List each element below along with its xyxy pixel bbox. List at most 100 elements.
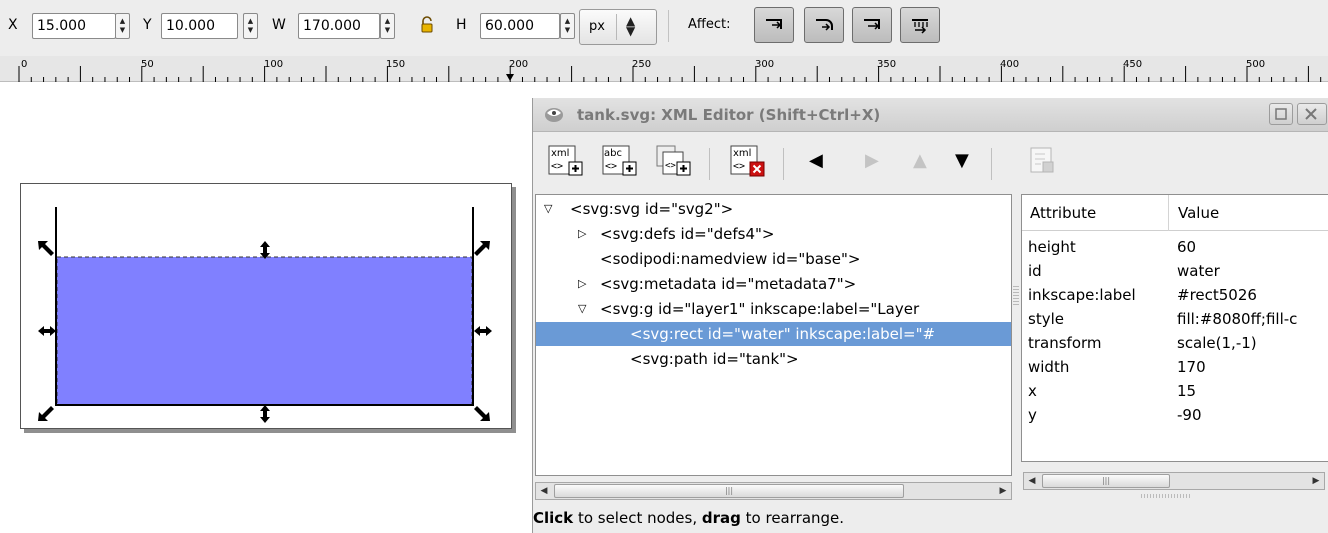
w-input[interactable] — [299, 14, 379, 38]
expanded-triangle-icon[interactable]: ▽ — [578, 297, 586, 321]
attribute-row[interactable]: width 170 — [1022, 355, 1328, 379]
svg-text:<>: <> — [733, 161, 745, 172]
scrollbar-thumb[interactable]: ||| — [554, 484, 904, 498]
tree-node[interactable]: ▷ <svg:defs id="defs4"> — [536, 222, 1011, 246]
tree-node[interactable]: <sodipodi:namedview id="base"> — [536, 247, 1011, 271]
duplicate-node-button[interactable]: <> — [655, 142, 695, 182]
ruler-label: 50 — [141, 59, 154, 70]
attribute-row[interactable]: transform scale(1,-1) — [1022, 331, 1328, 355]
horizontal-ruler[interactable]: 0 50 100 150 200 250 300 350 400 450 500 — [0, 56, 1328, 82]
x-field[interactable] — [32, 13, 116, 39]
affect-patterns-button[interactable] — [900, 7, 940, 43]
attribute-row[interactable]: id water — [1022, 259, 1328, 283]
collapsed-triangle-icon[interactable]: ▷ — [578, 272, 586, 296]
ruler-label: 200 — [509, 59, 529, 70]
handle-right-icon[interactable] — [474, 326, 492, 336]
h-spin-button[interactable]: ▲ ▼ — [560, 13, 575, 39]
inkscape-icon — [545, 108, 563, 122]
svg-text:<>: <> — [605, 161, 617, 172]
scrollbar-thumb[interactable]: ||| — [1042, 474, 1170, 488]
dialog-titlebar[interactable]: tank.svg: XML Editor (Shift+Ctrl+X) — [533, 98, 1328, 132]
raise-node-icon[interactable]: ▲ — [913, 152, 927, 170]
status-bold-click: Click — [533, 509, 574, 527]
value-column-header[interactable]: Value — [1178, 204, 1219, 222]
unindent-node-icon[interactable]: ◀ — [809, 152, 823, 170]
affect-gradients-button[interactable] — [852, 7, 892, 43]
attribute-row[interactable]: inkscape:label #rect5026 — [1022, 283, 1328, 307]
scroll-right-icon[interactable]: ▶ — [1308, 473, 1324, 489]
ruler-label: 100 — [264, 59, 284, 70]
new-element-node-button[interactable]: xml <> — [547, 142, 587, 182]
attribute-horizontal-scrollbar[interactable]: ◀ ||| ▶ — [1023, 472, 1325, 490]
h-input[interactable] — [481, 14, 559, 38]
svg-text:xml: xml — [733, 148, 751, 159]
attribute-table[interactable]: Attribute Value height 60 id water inkscap… — [1021, 194, 1328, 462]
lower-node-icon[interactable]: ▼ — [955, 152, 969, 170]
expanded-triangle-icon[interactable]: ▽ — [544, 197, 552, 221]
handle-top-left-icon[interactable] — [38, 241, 54, 256]
new-text-node-button[interactable]: abc <> — [601, 142, 641, 182]
handle-left-icon[interactable] — [38, 326, 56, 336]
ruler-label: 400 — [1000, 59, 1020, 70]
attribute-row[interactable]: y -90 — [1022, 403, 1328, 427]
svg-text:<>: <> — [665, 161, 676, 171]
delete-node-button[interactable]: xml <> — [729, 142, 769, 182]
w-spin-button[interactable]: ▲ ▼ — [380, 13, 395, 39]
handle-top-right-icon[interactable] — [474, 241, 490, 256]
handle-bottom-left-icon[interactable] — [38, 406, 54, 421]
duplicate-node-icon: <> — [656, 145, 691, 176]
svg-text:abc: abc — [604, 148, 622, 159]
indent-node-icon[interactable]: ▶ — [865, 152, 879, 170]
scroll-left-icon[interactable]: ◀ — [1024, 473, 1040, 489]
maximize-button[interactable] — [1269, 103, 1293, 125]
w-field[interactable] — [298, 13, 380, 39]
affect-stroke-width-button[interactable] — [754, 7, 794, 43]
ruler-label: 300 — [755, 59, 775, 70]
w-label: W — [272, 17, 286, 33]
tank-drawing[interactable] — [0, 83, 520, 443]
x-spin-button[interactable]: ▲ ▼ — [115, 13, 130, 39]
collapsed-triangle-icon[interactable]: ▷ — [578, 222, 586, 246]
status-text: to select nodes, — [573, 509, 702, 527]
y-spin-button[interactable]: ▲ ▼ — [243, 13, 258, 39]
scroll-left-icon[interactable]: ◀ — [536, 483, 552, 499]
selector-toolbar: X ▲▼ Y ▲▼ W ▲▼ H ▲▼ px ▲▼ Affect: — [0, 0, 1328, 56]
delete-node-icon: xml <> — [730, 145, 765, 177]
ruler-label: 250 — [632, 59, 652, 70]
tree-horizontal-scrollbar[interactable]: ◀ ||| ▶ — [535, 482, 1012, 500]
ruler-label: 350 — [877, 59, 897, 70]
xml-editor-dialog: tank.svg: XML Editor (Shift+Ctrl+X) xml <… — [532, 98, 1328, 533]
status-bold-drag: drag — [701, 509, 741, 527]
delete-attribute-button[interactable] — [1029, 146, 1069, 186]
y-field[interactable] — [161, 13, 238, 39]
attribute-row[interactable]: height 60 — [1022, 235, 1328, 259]
water-rect[interactable] — [57, 257, 472, 405]
attribute-column-header[interactable]: Attribute — [1030, 204, 1096, 222]
attribute-row[interactable]: x 15 — [1022, 379, 1328, 403]
tree-node[interactable]: <svg:path id="tank"> — [536, 347, 1011, 371]
new-element-node-icon: xml <> — [548, 145, 583, 176]
handle-bottom-icon[interactable] — [260, 405, 270, 423]
handle-top-icon[interactable] — [260, 241, 270, 259]
tree-node[interactable]: ▽ <svg:g id="layer1" inkscape:label="Lay… — [536, 297, 1011, 321]
handle-bottom-right-icon[interactable] — [474, 406, 490, 421]
lock-icon[interactable] — [419, 15, 435, 37]
attribute-row[interactable]: style fill:#8080ff;fill-c — [1022, 307, 1328, 331]
x-label: X — [8, 17, 18, 33]
scroll-right-icon[interactable]: ▶ — [995, 483, 1011, 499]
x-input[interactable] — [33, 14, 115, 38]
move-patterns-icon — [912, 19, 928, 34]
unit-dropdown[interactable]: px ▲ ▼ — [579, 9, 657, 45]
y-input[interactable] — [162, 14, 237, 38]
close-button[interactable] — [1297, 103, 1327, 125]
affect-corners-button[interactable] — [804, 7, 844, 43]
h-field[interactable] — [480, 13, 560, 39]
pane-splitter[interactable] — [1013, 284, 1019, 306]
delete-attribute-icon — [1030, 147, 1054, 173]
tree-node-selected[interactable]: <svg:rect id="water" inkscape:label="# — [536, 322, 1011, 346]
tree-node[interactable]: ▷ <svg:metadata id="metadata7"> — [536, 272, 1011, 296]
ruler-pointer-icon — [506, 74, 514, 81]
tree-node[interactable]: ▽ <svg:svg id="svg2"> — [536, 197, 1011, 221]
node-tree[interactable]: ▽ <svg:svg id="svg2"> ▷ <svg:defs id="de… — [535, 194, 1012, 476]
svg-text:<>: <> — [551, 161, 563, 172]
